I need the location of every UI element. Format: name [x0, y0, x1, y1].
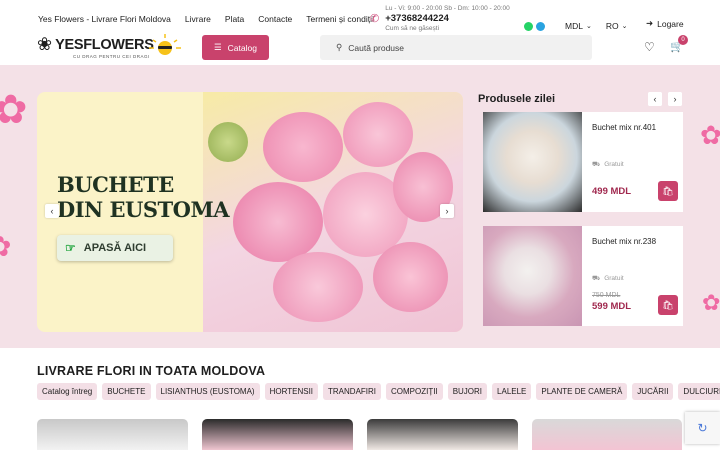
section-title: LIVRARE FLORI IN TOATA MOLDOVA [37, 364, 266, 378]
nav-plata[interactable]: Plata [225, 14, 244, 24]
cart-count-badge: 0 [678, 35, 688, 45]
product-price: 599 MDL [592, 301, 632, 312]
add-to-cart-button[interactable]: 🛍 [658, 181, 678, 201]
truck-icon: ⛟ [592, 161, 601, 168]
palm-decoration-icon: ✿ [0, 88, 28, 132]
locale-selectors: MDL ⌄ RO ⌄ [565, 21, 627, 31]
chevron-down-icon: ⌄ [585, 23, 592, 30]
product-price: 499 MDL [592, 186, 632, 197]
product-thumbnail[interactable] [202, 419, 353, 450]
category-chip[interactable]: Catalog întreg [37, 383, 98, 400]
product-name[interactable]: Buchet mix nr.238 [592, 237, 656, 246]
chevron-right-icon: › [445, 206, 449, 216]
palm-decoration-icon: ✿ [702, 290, 720, 315]
product-thumbnail[interactable] [37, 419, 188, 450]
catalog-button[interactable]: ☰ Catalog [202, 35, 269, 60]
category-chip[interactable]: HORTENSII [264, 383, 319, 400]
product-card[interactable]: Buchet mix nr.238 ⛟ Gratuit 750 MDL 599 M… [483, 226, 683, 326]
hero-banner[interactable]: BUCHETE DIN EUSTOMA ☞ APASĂ AICI ‹ › [37, 92, 463, 332]
palm-decoration-icon: ✿ [700, 120, 720, 150]
palm-decoration-icon: ✿ [0, 230, 11, 263]
recaptcha-icon: ↻ [697, 421, 708, 435]
banner-prev-button[interactable]: ‹ [45, 204, 59, 218]
shipping-label: Gratuit [604, 161, 624, 168]
login-label: Logare [657, 18, 684, 29]
search-placeholder: Caută produse [348, 42, 404, 53]
banner-title-line2: DIN EUSTOMA [57, 197, 230, 222]
product-thumbnail[interactable] [367, 419, 518, 450]
banner-title-line1: BUCHETE [57, 172, 174, 197]
banner-title: BUCHETE DIN EUSTOMA [57, 172, 230, 222]
contact-block: ✆ Lu - Vi: 9:00 - 20:00 Sb - Dm: 10:00 -… [370, 4, 510, 34]
phone-number[interactable]: +37368244224 [385, 14, 510, 24]
banner-cta-label: APASĂ AICI [83, 242, 147, 254]
product-shipping: ⛟ Gratuit [592, 274, 624, 283]
phone-icon: ✆ [370, 13, 380, 25]
chevron-right-icon: › [668, 92, 682, 106]
shopping-bag-icon: 🛍 [662, 185, 674, 196]
login-icon: ➜ [646, 18, 654, 28]
wishlist-heart-icon[interactable]: ♡ [644, 40, 655, 54]
shipping-label: Gratuit [604, 275, 624, 282]
products-nav: ‹ › [648, 92, 682, 106]
currency-value: MDL [565, 21, 583, 31]
product-card[interactable]: Buchet mix nr.401 ⛟ Gratuit 499 MDL 🛍 [483, 112, 683, 212]
nav-contacte[interactable]: Contacte [258, 14, 292, 24]
cart-button[interactable]: 🛒 0 [670, 35, 688, 53]
search-input[interactable]: ⚲ Caută produse [320, 35, 592, 60]
top-nav: Yes Flowers - Livrare Flori Moldova Livr… [38, 14, 374, 24]
banner-bouquet-image [203, 92, 463, 332]
products-prev-button[interactable]: ‹ [648, 92, 662, 106]
product-name[interactable]: Buchet mix nr.401 [592, 123, 656, 132]
category-chip[interactable]: LALELE [492, 383, 532, 400]
logo-text: YESFLOWERS [55, 36, 154, 53]
currency-select[interactable]: MDL ⌄ [565, 21, 592, 31]
menu-icon: ☰ [214, 42, 222, 52]
category-chip[interactable]: TRANDAFIRI [323, 383, 382, 400]
logo-tagline: CU DRAG PENTRU CEI DRAGI [73, 54, 150, 59]
product-old-price: 750 MDL [592, 292, 621, 299]
add-to-cart-button[interactable]: 🛍 [658, 295, 678, 315]
chevron-left-icon: ‹ [50, 206, 54, 216]
recaptcha-badge[interactable]: ↻ [685, 412, 720, 444]
category-chip[interactable]: DULCIURI Ș [678, 383, 720, 400]
product-image[interactable] [483, 112, 582, 212]
category-chip[interactable]: BUJORI [447, 383, 488, 400]
category-chip[interactable]: BUCHETE [102, 383, 151, 400]
catalog-label: Catalog [227, 42, 257, 53]
nav-termeni[interactable]: Termeni și condiții [306, 14, 374, 24]
messenger-icons [524, 22, 545, 31]
product-thumbnail[interactable] [532, 419, 682, 450]
chevron-down-icon: ⌄ [621, 23, 628, 30]
product-image[interactable] [483, 226, 582, 326]
login-button[interactable]: ➜ Logare [646, 18, 684, 29]
chevron-left-icon: ‹ [648, 92, 662, 106]
search-icon: ⚲ [336, 42, 343, 52]
language-select[interactable]: RO ⌄ [606, 21, 628, 31]
nav-livrare[interactable]: Livrare [185, 14, 211, 24]
shopping-bag-icon: 🛍 [662, 299, 674, 310]
whatsapp-icon[interactable] [524, 22, 533, 31]
truck-icon: ⛟ [592, 275, 601, 282]
category-chip[interactable]: LISIANTHUS (EUSTOMA) [155, 383, 260, 400]
category-chip[interactable]: JUCĂRII [632, 383, 674, 400]
banner-next-button[interactable]: › [440, 204, 454, 218]
products-next-button[interactable]: › [668, 92, 682, 106]
language-value: RO [605, 21, 619, 31]
product-shipping: ⛟ Gratuit [592, 160, 624, 169]
category-chip[interactable]: COMPOZIȚII [386, 383, 443, 400]
telegram-icon[interactable] [536, 22, 545, 31]
category-chips: Catalog întreg BUCHETE LISIANTHUS (EUSTO… [37, 383, 720, 400]
logo-sun-icon [149, 34, 181, 55]
category-chip[interactable]: PLANTE DE CAMERĂ [536, 383, 628, 400]
find-us-link[interactable]: Cum să ne găsești [385, 24, 510, 34]
banner-cta-button[interactable]: ☞ APASĂ AICI [57, 235, 173, 261]
logo[interactable]: ❀ YESFLOWERS CU DRAG PENTRU CEI DRAGI [37, 34, 181, 59]
products-of-day-title: Produsele zilei [478, 93, 556, 105]
logo-flower-icon: ❀ [37, 34, 53, 54]
nav-home[interactable]: Yes Flowers - Livrare Flori Moldova [38, 14, 171, 24]
pointing-hand-icon: ☞ [65, 241, 76, 255]
